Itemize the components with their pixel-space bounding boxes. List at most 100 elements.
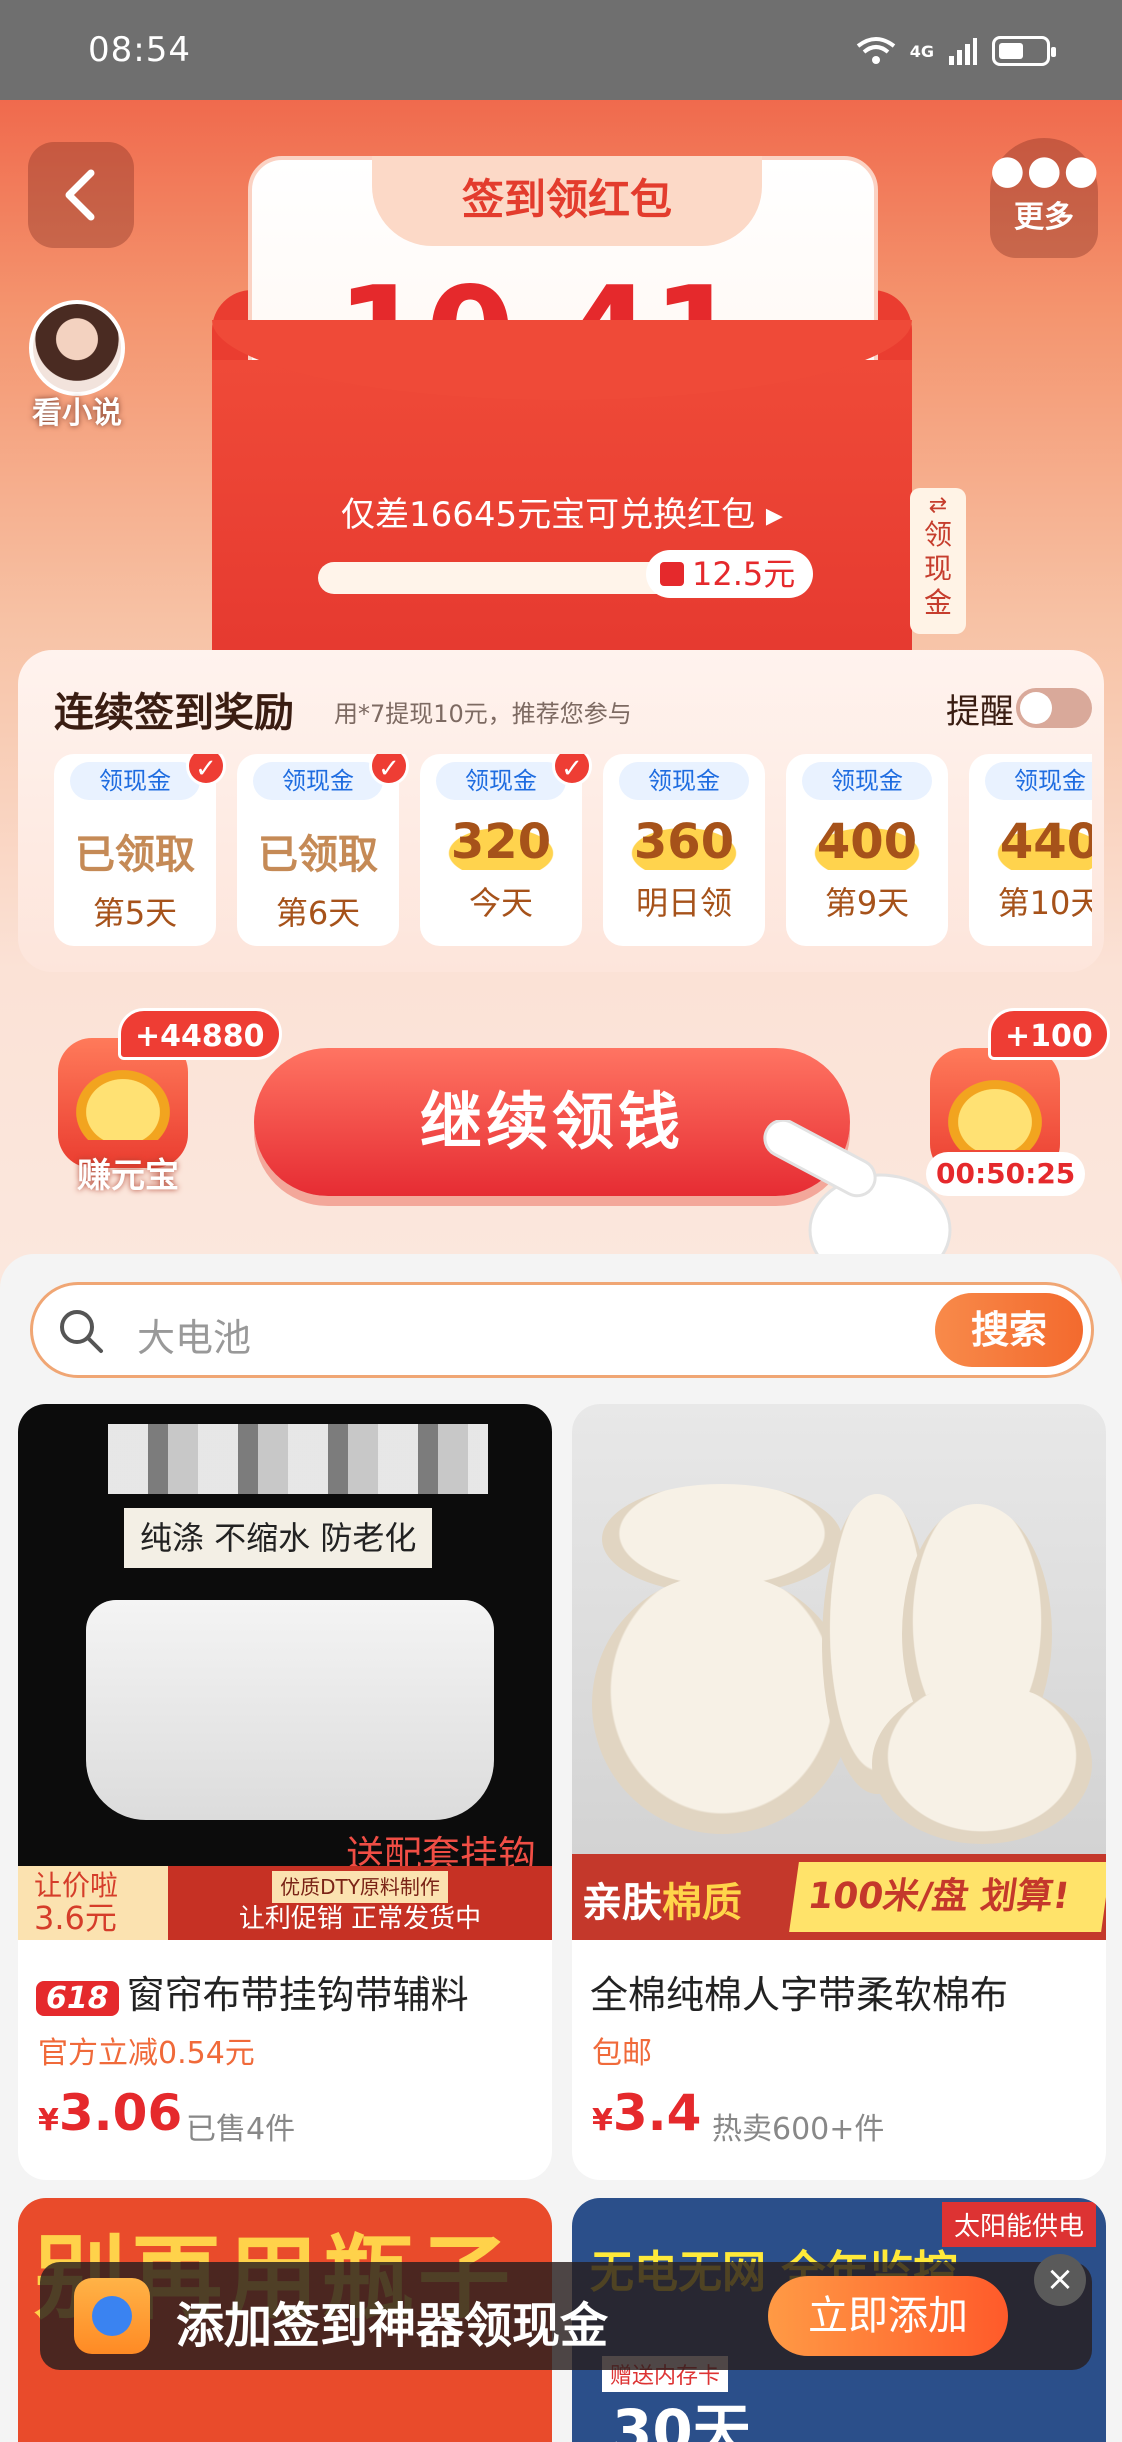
product-price: ¥3.06: [38, 2084, 182, 2142]
countdown-timer: 00:50:25: [926, 1152, 1086, 1196]
reward-pill: 12.5元: [646, 550, 814, 598]
add-widget-banner: 添加签到神器领现金 立即添加 ×: [40, 2254, 1092, 2370]
signin-days: 领现金 已领取 第5天 ✓ 领现金 已领取 第6天 ✓ 领现金 320 今天 ✓ 领现金 360 明日领 领现…: [54, 754, 1092, 954]
price-value: 3.4: [612, 2084, 702, 2142]
band-text-b: 100米/盘 划算!: [789, 1862, 1106, 1932]
signin-day-card[interactable]: 领现金已领取第6天 ✓: [237, 754, 409, 946]
product-image: 纯涤 不缩水 防老化 送配套挂钩 让价啦 3.6元 优质DTY原料制作 让利促销…: [18, 1404, 552, 1940]
blurred-text: [108, 1424, 488, 1494]
day-reward-value: 已领取: [258, 832, 378, 878]
search-button[interactable]: 搜索: [935, 1293, 1083, 1367]
back-button[interactable]: [28, 142, 134, 248]
promo-618-badge: 618: [36, 1981, 119, 2016]
novel-label: 看小说: [32, 396, 122, 431]
price-symbol: ¥: [592, 2103, 613, 2138]
day-label: 第9天: [824, 884, 910, 922]
day-reward-value: 320: [420, 814, 582, 870]
day-label: 明日领: [635, 884, 732, 922]
product-image-days: 30天: [612, 2397, 751, 2442]
novel-entry[interactable]: 看小说: [22, 300, 132, 432]
cash-side-label: 领现金: [923, 518, 952, 619]
add-now-button[interactable]: 立即添加: [768, 2276, 1008, 2356]
battery-icon: [992, 36, 1056, 66]
product-name: 618 窗帘布带挂钩带辅料: [36, 1964, 469, 2019]
search-icon: [60, 1310, 103, 1353]
progress-fill: [318, 562, 701, 594]
swap-icon: ⇄: [928, 493, 948, 518]
product-sold: 已售4件: [186, 2112, 296, 2147]
status-time: 08:54: [88, 30, 191, 70]
promo-band-line1: 优质DTY原料制作: [272, 1871, 448, 1903]
signin-panel: 连续签到奖励 用*7提现10元，推荐您参与 提醒 领现金 已领取 第5天 ✓ 领现金 已领…: [18, 650, 1104, 972]
image-chip-text: 纯涤 不缩水 防老化: [124, 1508, 433, 1568]
product-card[interactable]: 纯涤 不缩水 防老化 送配套挂钩 让价啦 3.6元 优质DTY原料制作 让利促销…: [18, 1404, 552, 2180]
cash-side-button[interactable]: ⇄ 领现金: [910, 488, 966, 634]
signin-day-card[interactable]: 领现金 440 第10天: [969, 754, 1092, 946]
checkmark-icon: ✓: [369, 754, 409, 786]
cash-tag: 领现金: [985, 762, 1092, 800]
signin-day-card[interactable]: 领现金 320 今天 ✓: [420, 754, 592, 946]
app-icon: [74, 2278, 150, 2354]
checkmark-icon: ✓: [186, 754, 226, 786]
day-label: 第5天: [92, 894, 178, 932]
price-tag-label: 让价啦: [34, 1869, 119, 1902]
day-reward-value: 440: [969, 814, 1092, 870]
product-image-tag: 太阳能供电: [941, 2202, 1096, 2247]
wifi-icon: [856, 37, 895, 64]
more-label: 更多: [1014, 200, 1074, 235]
product-image: 亲肤棉质 100米/盘 划算!: [572, 1404, 1106, 1940]
banner-text: 添加签到神器领现金: [176, 2298, 609, 2354]
envelope-title: 签到领红包: [372, 156, 762, 246]
novel-avatar: [29, 300, 125, 396]
signin-day-card[interactable]: 领现金 400 第9天: [786, 754, 948, 946]
gold-ingot-icon: [948, 1080, 1042, 1150]
day-reward-value: 400: [786, 814, 948, 870]
search-input[interactable]: 大电池: [137, 1307, 251, 1362]
cash-tag: 领现金: [70, 762, 200, 800]
earn-left-badge: +44880: [118, 1008, 282, 1060]
close-icon[interactable]: ×: [1034, 2254, 1086, 2306]
network-label: 4G: [909, 41, 934, 61]
signal-icon: [949, 38, 977, 65]
more-dots-icon: ●●●: [990, 147, 1101, 193]
day-label: 第10天: [997, 884, 1092, 922]
product-price: ¥3.4: [592, 2084, 701, 2142]
more-button[interactable]: ●●● 更多: [990, 138, 1101, 258]
day-reward-value: 已领取: [75, 832, 195, 878]
product-name: 全棉纯棉人字带柔软棉布: [590, 1973, 1009, 2017]
checkmark-icon: ✓: [552, 754, 592, 786]
remind-toggle[interactable]: [1016, 688, 1092, 728]
fabric-roll: [86, 1600, 494, 1820]
cash-tag: 领现金: [619, 762, 749, 800]
cotton-roll: [872, 1684, 1092, 1844]
price-tag-value: 3.6元: [34, 1899, 117, 1937]
cash-tag: 领现金: [253, 762, 383, 800]
signin-day-card[interactable]: 领现金已领取第5天 ✓: [54, 754, 226, 946]
cash-tag: 领现金: [802, 762, 932, 800]
product-card[interactable]: 亲肤棉质 100米/盘 划算! 全棉纯棉人字带柔软棉布 包邮 ¥3.4 热卖60…: [572, 1404, 1106, 2180]
search-bar[interactable]: 大电池 搜索: [30, 1282, 1094, 1378]
day-label: 第6天: [275, 894, 361, 932]
price-symbol: ¥: [38, 2103, 59, 2138]
remind-label: 提醒: [946, 692, 1014, 732]
status-bar: 08:54 4G: [0, 0, 1122, 100]
chevron-left-icon: [65, 169, 95, 221]
day-label: 今天: [468, 884, 533, 922]
signin-title: 连续签到奖励: [54, 690, 294, 736]
red-packet-icon: [660, 562, 684, 586]
exchange-hint-link[interactable]: 仅差16645元宝可兑换红包 ▸: [212, 487, 912, 536]
earn-left-label: 赚元宝: [77, 1156, 179, 1196]
reward-pill-label: 12.5元: [692, 555, 796, 593]
cotton-roll: [592, 1574, 852, 1834]
image-promo-band: 优质DTY原料制作 让利促销 正常发货中: [168, 1866, 552, 1940]
product-name-text: 窗帘布带挂钩带辅料: [126, 1973, 469, 2017]
product-promo: 包邮: [592, 2036, 652, 2071]
gold-ingot-icon: [76, 1070, 170, 1140]
signin-day-card[interactable]: 领现金 360 明日领: [603, 754, 765, 946]
product-sold: 热卖600+件: [712, 2112, 885, 2147]
band-text-a: 亲肤棉质: [582, 1880, 742, 1926]
earn-right-badge: +100: [988, 1008, 1110, 1060]
image-promo-band: 亲肤棉质 100米/盘 划算!: [572, 1854, 1106, 1940]
cash-tag: 领现金: [436, 762, 566, 800]
status-icons: 4G: [856, 36, 1056, 66]
